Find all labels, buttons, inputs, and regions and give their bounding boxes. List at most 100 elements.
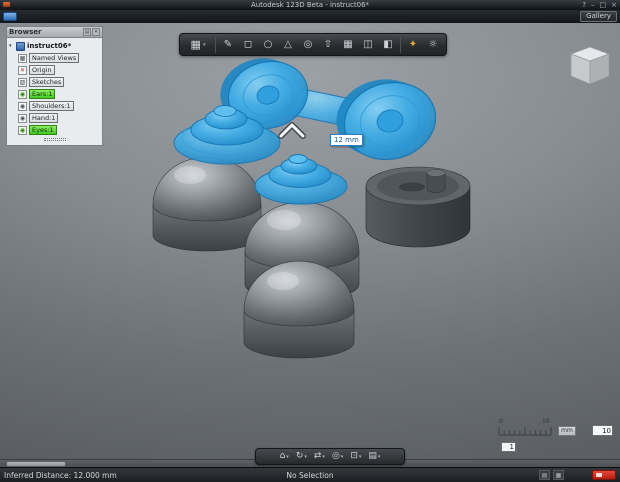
close-button[interactable]: × <box>611 0 617 10</box>
status-message: Inferred Distance: 12.000 mm <box>4 471 117 480</box>
app-window: Autodesk 123D Beta - instruct06* ? – □ ×… <box>0 0 620 482</box>
title-bar: Autodesk 123D Beta - instruct06* ? – □ × <box>0 0 620 10</box>
record-glyph <box>596 473 602 477</box>
primitives-grid-icon: ▦ <box>190 38 201 51</box>
tree-item-ears[interactable]: ◉ Ears:1 <box>18 88 100 100</box>
tree-item-origin[interactable]: ✕ Origin <box>18 64 100 76</box>
selected-part-center-ear[interactable] <box>254 154 348 205</box>
browser-menu-button[interactable]: ▤ <box>83 28 91 36</box>
chevron-down-icon[interactable]: ▾ <box>9 43 14 49</box>
minimize-button[interactable]: – <box>591 0 595 10</box>
viewport[interactable]: ▦ ▾ ✎ ◻ ○ △ ◎ ⇧ ▦ ◫ ◧ ✦ ☼ Browser ▤ ✕ ▾ … <box>0 23 620 459</box>
grid-spacing-input[interactable] <box>592 425 613 436</box>
document-icon <box>16 41 25 51</box>
chevron-down-icon: ▾ <box>286 453 289 460</box>
pan-button[interactable]: ⇄ ▾ <box>311 449 328 464</box>
browser-title: Browser <box>9 28 42 36</box>
visibility-icon[interactable]: ◉ <box>18 113 27 123</box>
tree-item-sketches[interactable]: ▨ Sketches <box>18 76 100 88</box>
display-settings-button[interactable]: ▤ ▾ <box>365 449 383 464</box>
tree-item-label: Eyes:1 <box>29 125 57 135</box>
chevron-down-icon: ▾ <box>304 453 307 460</box>
view-cube[interactable] <box>568 43 612 89</box>
settings-icon[interactable]: ☼ <box>423 34 443 55</box>
toolbar-separator <box>400 36 401 53</box>
tree-root-row[interactable]: ▾ instruct06* <box>9 40 100 52</box>
sketches-icon[interactable]: ▨ <box>18 77 27 87</box>
grid-subdivision-input[interactable] <box>501 442 516 452</box>
chevron-down-icon: ▾ <box>202 41 206 48</box>
home-view-icon: ⌂ <box>279 451 286 461</box>
display-mode-icon[interactable]: ▤ <box>539 470 550 480</box>
window-title: Autodesk 123D Beta - instruct06* <box>250 1 370 9</box>
modeling-toolbar: ▦ ▾ ✎ ◻ ○ △ ◎ ⇧ ▦ ◫ ◧ ✦ ☼ <box>179 33 447 56</box>
tree-item-label: Origin <box>29 65 55 75</box>
tree-item-shoulders[interactable]: ◉ Shoulders:1 <box>18 100 100 112</box>
pattern-icon[interactable]: ▦ <box>338 34 358 55</box>
extrude-icon[interactable]: ⇧ <box>318 34 338 55</box>
chevron-down-icon: ▾ <box>377 453 381 460</box>
unit-dropdown[interactable]: mm <box>558 426 576 436</box>
browser-panel: Browser ▤ ✕ ▾ instruct06* ▦ Named Views … <box>6 26 103 146</box>
tree-item-label: Named Views <box>29 53 80 63</box>
tree-item-label: Sketches <box>29 77 65 87</box>
status-bar: Inferred Distance: 12.000 mm No Selectio… <box>0 467 620 482</box>
material-icon[interactable]: ✦ <box>403 34 423 55</box>
model-left-dome[interactable] <box>152 156 262 252</box>
combine-icon[interactable]: ◧ <box>378 34 398 55</box>
mirror-icon[interactable]: ◫ <box>358 34 378 55</box>
tree-item-label: Shoulders:1 <box>29 101 74 111</box>
grid-units-widget: 0 10 mm <box>498 418 618 458</box>
browser-tree: ▾ instruct06* ▦ Named Views ✕ Origin ▨ S… <box>6 38 103 146</box>
selection-status: No Selection <box>286 471 334 480</box>
model-front-dome[interactable] <box>243 260 355 359</box>
ruler-start-label: 0 <box>499 418 503 425</box>
tree-item-label: Ears:1 <box>29 89 56 99</box>
sketch-icon[interactable]: ✎ <box>218 34 238 55</box>
fit-view-icon: ⊡ <box>350 451 358 461</box>
tree-root-label: instruct06* <box>27 42 72 50</box>
visibility-icon[interactable]: ◉ <box>18 125 27 135</box>
tree-item-hand[interactable]: ◉ Hand:1 <box>18 112 100 124</box>
pan-icon: ⇄ <box>313 451 322 461</box>
box-icon[interactable]: ◻ <box>238 34 258 55</box>
model-right-cylinder[interactable] <box>365 166 471 248</box>
sphere-icon[interactable]: ○ <box>258 34 278 55</box>
visibility-icon[interactable]: ◉ <box>18 101 27 111</box>
maximize-button[interactable]: □ <box>600 0 607 10</box>
help-button[interactable]: ? <box>582 0 586 10</box>
torus-icon[interactable]: ◎ <box>298 34 318 55</box>
grid-toggle-icon[interactable]: ▦ <box>553 470 564 480</box>
tree-item-eyes[interactable]: ◉ Eyes:1 <box>18 124 100 136</box>
zoom-button[interactable]: ◎ ▾ <box>329 449 346 464</box>
browser-header: Browser ▤ ✕ <box>6 26 103 38</box>
fit-view-button[interactable]: ⊡ ▾ <box>347 449 364 464</box>
orbit-icon: ↻ <box>295 451 304 461</box>
toolbar-separator <box>215 36 216 53</box>
origin-icon[interactable]: ✕ <box>18 65 27 75</box>
zoom-icon: ◎ <box>331 451 340 461</box>
ruler-ticks <box>498 427 552 436</box>
navigation-toolbar: ⌂ ▾ ↻ ▾ ⇄ ▾ ◎ ▾ ⊡ ▾ ▤ ▾ <box>255 448 405 465</box>
app-icon <box>3 2 10 7</box>
browser-close-button[interactable]: ✕ <box>92 28 100 36</box>
home-view-button[interactable]: ⌂ ▾ <box>277 449 292 464</box>
app-menu-icon[interactable] <box>3 12 17 21</box>
panel-resize-grip[interactable] <box>43 138 66 141</box>
orbit-button[interactable]: ↻ ▾ <box>293 449 310 464</box>
ruler-end-label: 10 <box>542 418 550 425</box>
primitives-menu-button[interactable]: ▦ ▾ <box>183 34 213 55</box>
measurement-tooltip: 12 mm <box>330 134 363 146</box>
cone-icon[interactable]: △ <box>278 34 298 55</box>
menu-strip: Gallery <box>0 10 620 23</box>
visibility-icon[interactable]: ◉ <box>18 89 27 99</box>
tree-item-named-views[interactable]: ▦ Named Views <box>18 52 100 64</box>
chevron-down-icon: ▾ <box>322 453 325 460</box>
record-button[interactable] <box>592 470 616 480</box>
selected-part-right-wheel[interactable] <box>328 68 444 171</box>
move-arrow-manipulator[interactable] <box>278 122 306 139</box>
chevron-down-icon: ▾ <box>358 453 362 460</box>
gallery-button[interactable]: Gallery <box>580 11 617 22</box>
tree-item-label: Hand:1 <box>29 113 59 123</box>
named-views-icon[interactable]: ▦ <box>18 53 27 63</box>
